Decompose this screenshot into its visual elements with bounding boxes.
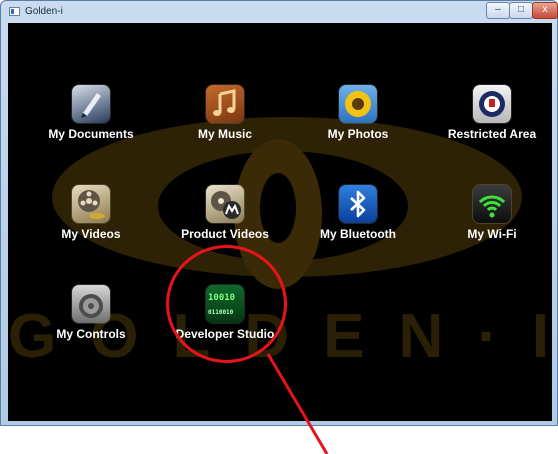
app-my-documents[interactable]: My Documents [31,85,151,141]
app-product-videos[interactable]: Product Videos [165,185,285,241]
app-label: My Bluetooth [320,227,396,241]
app-label: My Documents [48,127,134,141]
title-bar[interactable]: Golden-i – □ x [1,1,558,23]
app-label: My Controls [56,327,126,341]
gear-icon [72,285,110,323]
app-label: Product Videos [181,227,269,241]
bluetooth-icon [339,185,377,223]
home-screen: GOLDEN·I My Documents My Music My Photos… [8,23,552,421]
wifi-icon [473,185,511,223]
app-restricted-area[interactable]: Restricted Area [432,85,552,141]
app-my-videos[interactable]: My Videos [31,185,151,241]
app-label: My Photos [327,127,389,141]
window-app-icon [9,7,20,16]
close-button[interactable]: x [532,2,558,19]
app-my-music[interactable]: My Music [165,85,285,141]
sunflower-photo-icon [339,85,377,123]
app-label: My Videos [61,227,121,241]
app-my-wifi[interactable]: My Wi-Fi [432,185,552,241]
app-my-bluetooth[interactable]: My Bluetooth [298,185,418,241]
music-icon [206,85,244,123]
documents-icon [72,85,110,123]
app-my-controls[interactable]: My Controls [31,285,151,341]
window-title: Golden-i [25,6,63,17]
app-window: Golden-i – □ x GOLDEN·I My Documents My … [0,0,558,426]
app-label: My Wi-Fi [467,227,517,241]
restricted-seal-icon [473,85,511,123]
app-my-photos[interactable]: My Photos [298,85,418,141]
film-reel-icon [72,185,110,223]
minimize-button[interactable]: – [486,2,510,19]
app-label: My Music [197,127,252,141]
annotation-highlight-circle [166,245,287,363]
app-label: Restricted Area [447,127,537,141]
maximize-button[interactable]: □ [509,2,533,19]
film-reel-motorola-icon [206,185,244,223]
